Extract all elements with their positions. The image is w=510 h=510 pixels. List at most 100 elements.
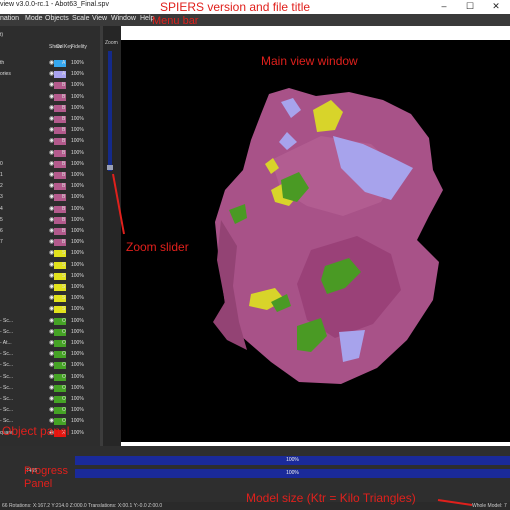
object-fidelity[interactable]: 100%: [71, 105, 84, 111]
object-fidelity[interactable]: 100%: [71, 71, 84, 77]
progress-bar-top: 100%: [75, 456, 510, 465]
window-title: view v3.0.0-rc.1 - Abot63_Final.spv: [0, 1, 109, 8]
object-fidelity[interactable]: 100%: [71, 273, 84, 279]
object-row[interactable]: ◉ B 100%: [0, 116, 100, 124]
object-row[interactable]: - Sc... ◉ O 100%: [0, 396, 100, 404]
object-row[interactable]: 7 ◉ B 100%: [0, 239, 100, 247]
object-row[interactable]: ◉ S 100%: [0, 284, 100, 292]
object-fidelity[interactable]: 100%: [71, 284, 84, 290]
object-row[interactable]: - Sc... ◉ O 100%: [0, 407, 100, 415]
object-row[interactable]: 5 ◉ B 100%: [0, 216, 100, 225]
object-row[interactable]: - Sc... ◉ O 100%: [0, 384, 100, 393]
object-key: B: [62, 160, 66, 167]
object-fidelity[interactable]: 100%: [71, 362, 84, 368]
annotation-model-size: Model size (Ktr = Kilo Triangles): [246, 491, 416, 505]
object-name: - Sc...: [0, 407, 14, 414]
header-fidelity[interactable]: Fidelity: [71, 44, 87, 50]
object-row[interactable]: ◉ B 100%: [0, 149, 100, 158]
menu-item-mode[interactable]: Mode: [25, 15, 43, 22]
annotation-object-panel: Object panel: [2, 424, 70, 438]
object-fidelity[interactable]: 100%: [71, 82, 84, 88]
object-row[interactable]: 1 ◉ B 100%: [0, 172, 100, 180]
object-row[interactable]: ◉ S 100%: [0, 272, 100, 281]
object-name: - Sc...: [0, 362, 14, 369]
object-row[interactable]: - Sc... ◉ O 100%: [0, 351, 100, 359]
maximize-button[interactable]: ☐: [458, 0, 482, 14]
object-row[interactable]: - Sc... ◉ O 100%: [0, 328, 100, 337]
object-row[interactable]: ◉ B 100%: [0, 104, 100, 113]
annotation-menu-bar: Menu bar: [152, 15, 199, 27]
object-row[interactable]: ◉ S 100%: [0, 261, 100, 270]
object-fidelity[interactable]: 100%: [71, 217, 84, 223]
object-fidelity[interactable]: 100%: [71, 138, 84, 144]
object-row[interactable]: ◉ B 100%: [0, 138, 100, 146]
menu-item-window[interactable]: Window: [111, 15, 136, 22]
object-fidelity[interactable]: 100%: [71, 194, 84, 200]
menu-item-scale[interactable]: Scale: [72, 15, 90, 22]
object-fidelity[interactable]: 100%: [71, 318, 84, 324]
object-row[interactable]: 2 ◉ B 100%: [0, 183, 100, 191]
object-row[interactable]: ◉ S 100%: [0, 250, 100, 258]
object-key: B: [62, 216, 66, 223]
object-fidelity[interactable]: 100%: [71, 374, 84, 380]
object-key: O: [62, 351, 66, 358]
object-fidelity[interactable]: 100%: [71, 385, 84, 391]
object-fidelity[interactable]: 100%: [71, 116, 84, 122]
object-fidelity[interactable]: 100%: [71, 206, 84, 212]
object-fidelity[interactable]: 100%: [71, 161, 84, 167]
close-button[interactable]: ✕: [484, 0, 508, 14]
header-col[interactable]: Col: [56, 44, 64, 50]
object-row[interactable]: - Sc... ◉ O 100%: [0, 373, 100, 382]
menu-item-navigation[interactable]: nation: [0, 15, 19, 22]
zoom-slider-handle[interactable]: [107, 165, 113, 170]
object-fidelity[interactable]: 100%: [71, 183, 84, 189]
object-fidelity[interactable]: 100%: [71, 250, 84, 256]
object-fidelity[interactable]: 100%: [71, 295, 84, 301]
object-row[interactable]: - Sc... ◉ O 100%: [0, 317, 100, 326]
object-fidelity[interactable]: 100%: [71, 239, 84, 245]
object-row[interactable]: 4 ◉ B 100%: [0, 205, 100, 214]
object-row[interactable]: ◉ S 100%: [0, 295, 100, 303]
object-key: O: [62, 373, 66, 380]
object-fidelity[interactable]: 100%: [71, 407, 84, 413]
object-fidelity[interactable]: 100%: [71, 94, 84, 100]
minimize-button[interactable]: –: [432, 0, 456, 14]
object-row[interactable]: ◉ B 100%: [0, 93, 100, 102]
object-name: th: [0, 60, 5, 66]
object-fidelity[interactable]: 100%: [71, 150, 84, 156]
object-fidelity[interactable]: 100%: [71, 262, 84, 268]
object-fidelity[interactable]: 100%: [71, 329, 84, 335]
object-fidelity[interactable]: 100%: [71, 172, 84, 178]
object-row[interactable]: 3 ◉ B 100%: [0, 194, 100, 202]
menu-item-objects[interactable]: Objects: [45, 15, 69, 22]
object-fidelity[interactable]: 100%: [71, 60, 84, 66]
object-name: - Sc...: [0, 396, 14, 402]
object-row[interactable]: - At... ◉ O 100%: [0, 340, 100, 348]
object-fidelity[interactable]: 100%: [71, 340, 84, 346]
object-row[interactable]: th ◉ A 100%: [0, 60, 100, 68]
object-key: A: [62, 60, 66, 66]
object-row[interactable]: 6 ◉ B 100%: [0, 228, 100, 236]
menu-bar: nation Mode Objects Scale View Window He…: [0, 14, 510, 26]
annotation-progress: Progress: [24, 465, 69, 477]
object-name: - Sc...: [0, 384, 14, 391]
object-row[interactable]: ◉ B 100%: [0, 82, 100, 90]
object-fidelity[interactable]: 100%: [71, 228, 84, 234]
annotation-progress-panel: Panel: [24, 478, 53, 490]
object-fidelity[interactable]: 100%: [71, 430, 84, 436]
object-key: B: [62, 194, 66, 201]
zoom-slider[interactable]: [108, 51, 112, 171]
object-fidelity[interactable]: 100%: [71, 396, 84, 402]
object-row[interactable]: ◉ B 100%: [0, 127, 100, 135]
object-row[interactable]: ories ◉ A 100%: [0, 71, 100, 79]
object-fidelity[interactable]: 100%: [71, 127, 84, 133]
object-fidelity[interactable]: 100%: [71, 306, 84, 312]
object-row[interactable]: 0 ◉ B 100%: [0, 160, 100, 169]
object-name: 2: [0, 183, 3, 190]
menu-item-view[interactable]: View: [92, 15, 107, 22]
object-key: B: [62, 116, 66, 122]
object-row[interactable]: ◉ S 100%: [0, 306, 100, 314]
object-fidelity[interactable]: 100%: [71, 418, 84, 424]
object-fidelity[interactable]: 100%: [71, 351, 84, 357]
object-row[interactable]: - Sc... ◉ O 100%: [0, 362, 100, 370]
